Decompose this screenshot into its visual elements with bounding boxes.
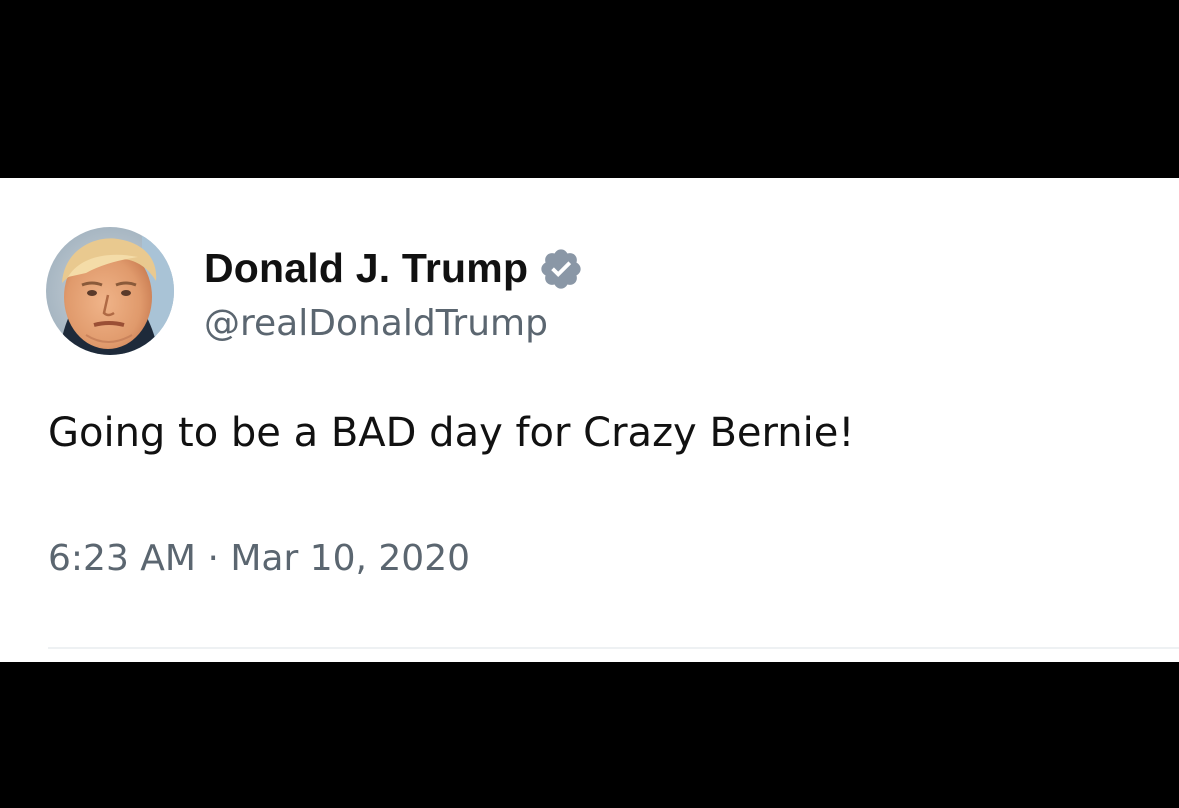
timestamp-separator: · (207, 538, 219, 579)
user-handle[interactable]: @realDonaldTrump (204, 303, 584, 344)
verified-badge-icon[interactable] (538, 246, 584, 292)
tweet-time: 6:23 AM (48, 538, 196, 579)
tweet-timestamp[interactable]: 6:23 AM · Mar 10, 2020 (48, 538, 470, 579)
display-name[interactable]: Donald J. Trump (204, 245, 528, 292)
name-row: Donald J. Trump (204, 239, 584, 299)
avatar[interactable] (46, 227, 174, 355)
tweet-text: Going to be a BAD day for Crazy Bernie! (48, 410, 855, 456)
divider (48, 647, 1179, 649)
tweet-header: Donald J. Trump @realDonaldTrump (46, 226, 584, 356)
screenshot-frame: Donald J. Trump @realDonaldTrump Going t… (0, 0, 1179, 808)
tweet-card[interactable]: Donald J. Trump @realDonaldTrump Going t… (0, 178, 1179, 662)
avatar-photo (46, 227, 174, 355)
tweet-date: Mar 10, 2020 (230, 538, 471, 579)
user-names: Donald J. Trump @realDonaldTrump (204, 239, 584, 344)
